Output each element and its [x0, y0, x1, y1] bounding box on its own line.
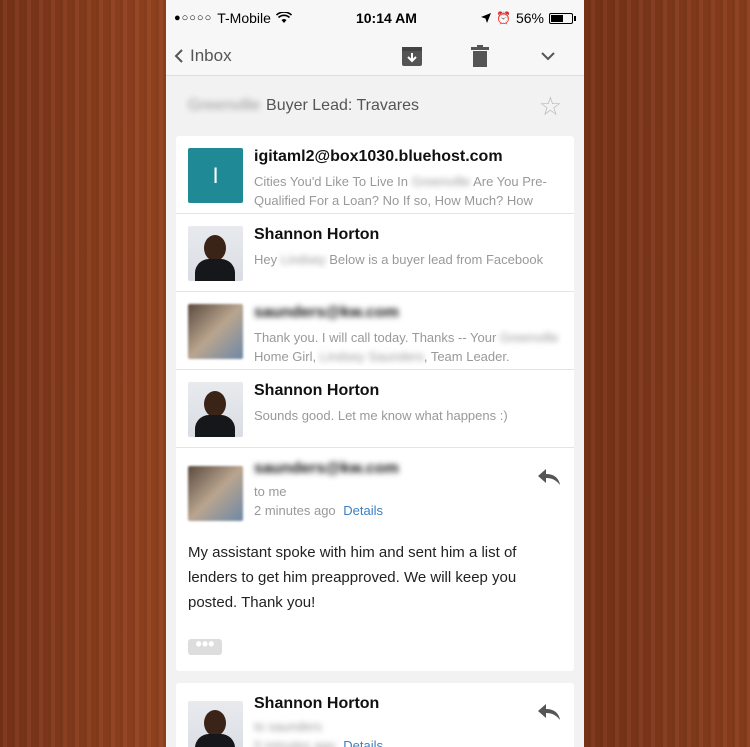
- message-expanded: Shannon Horton to saunders 0 minutes ago…: [176, 683, 574, 747]
- sender-name: Shannon Horton: [254, 695, 380, 712]
- wifi-icon: [275, 12, 292, 23]
- toolbar: Inbox: [166, 36, 584, 76]
- recipient-line[interactable]: to saunders: [254, 719, 536, 734]
- subject-row: Greenville Buyer Lead: Travares ☆: [166, 76, 584, 136]
- message-snippet: Hey Lindsey Below is a buyer lead from F…: [254, 252, 544, 267]
- sender-name: igitaml2@box1030.bluehost.com: [254, 148, 503, 165]
- status-bar: ●○○○○ T-Mobile 10:14 AM ⏰ 56%: [166, 0, 584, 36]
- delete-button[interactable]: [468, 44, 492, 68]
- more-actions-button[interactable]: [536, 44, 560, 68]
- battery-percent: 56%: [515, 10, 544, 26]
- chevron-left-icon: [174, 48, 183, 63]
- email-body: My assistant spoke with him and sent him…: [188, 544, 517, 611]
- battery-icon: [548, 12, 573, 24]
- archive-button[interactable]: [400, 44, 424, 68]
- reply-icon[interactable]: [536, 699, 562, 725]
- trash-icon: [471, 44, 489, 67]
- thread-card: Shannon Horton to saunders 0 minutes ago…: [176, 683, 574, 747]
- back-label: Inbox: [190, 45, 232, 65]
- phone-screen: ●○○○○ T-Mobile 10:14 AM ⏰ 56% Inbox Gree…: [166, 0, 584, 747]
- sender-name: Shannon Horton: [254, 226, 380, 243]
- show-trimmed-content-button[interactable]: •••: [188, 635, 222, 655]
- message-collapsed[interactable]: I igitaml2@box1030.bluehost.com Cities Y…: [176, 136, 574, 214]
- back-to-inbox-button[interactable]: Inbox: [174, 46, 232, 66]
- avatar: [188, 466, 243, 521]
- recipient-line[interactable]: to me: [254, 484, 536, 499]
- clock: 10:14 AM: [355, 10, 417, 26]
- chevron-down-icon: [541, 51, 555, 60]
- subject-blurred-prefix: Greenville: [188, 97, 261, 114]
- avatar: [188, 226, 243, 281]
- thread-card: I igitaml2@box1030.bluehost.com Cities Y…: [176, 136, 574, 671]
- signal-icon: ●○○○○: [174, 12, 213, 24]
- message-collapsed[interactable]: saunders@kw.com Thank you. I will call t…: [176, 292, 574, 370]
- star-icon[interactable]: ☆: [539, 91, 562, 122]
- message-collapsed[interactable]: Shannon Horton Hey Lindsey Below is a bu…: [176, 214, 574, 292]
- message-expanded: saunders@kw.com to me 2 minutes ago Deta…: [176, 448, 574, 671]
- archive-icon: [402, 46, 422, 66]
- details-link[interactable]: Details: [343, 738, 383, 747]
- carrier-label: T-Mobile: [217, 10, 271, 26]
- sender-name: saunders@kw.com: [254, 304, 399, 321]
- message-time: 2 minutes ago: [254, 503, 336, 518]
- avatar: [188, 304, 243, 359]
- sender-name: saunders@kw.com: [254, 460, 399, 477]
- sender-name: Shannon Horton: [254, 382, 380, 399]
- reply-icon[interactable]: [536, 464, 562, 490]
- message-time: 0 minutes ago: [254, 738, 336, 747]
- avatar: I: [188, 148, 243, 203]
- location-icon: [481, 13, 491, 23]
- subject-title: Buyer Lead: Travares: [266, 97, 419, 114]
- alarm-icon: ⏰: [496, 11, 511, 25]
- message-snippet: Cities You'd Like To Live In Greenville …: [254, 174, 547, 208]
- message-snippet: Thank you. I will call today. Thanks -- …: [254, 330, 559, 364]
- avatar: [188, 701, 243, 747]
- details-link[interactable]: Details: [343, 503, 383, 518]
- message-collapsed[interactable]: Shannon Horton Sounds good. Let me know …: [176, 370, 574, 448]
- message-snippet: Sounds good. Let me know what happens :): [254, 408, 508, 423]
- avatar: [188, 382, 243, 437]
